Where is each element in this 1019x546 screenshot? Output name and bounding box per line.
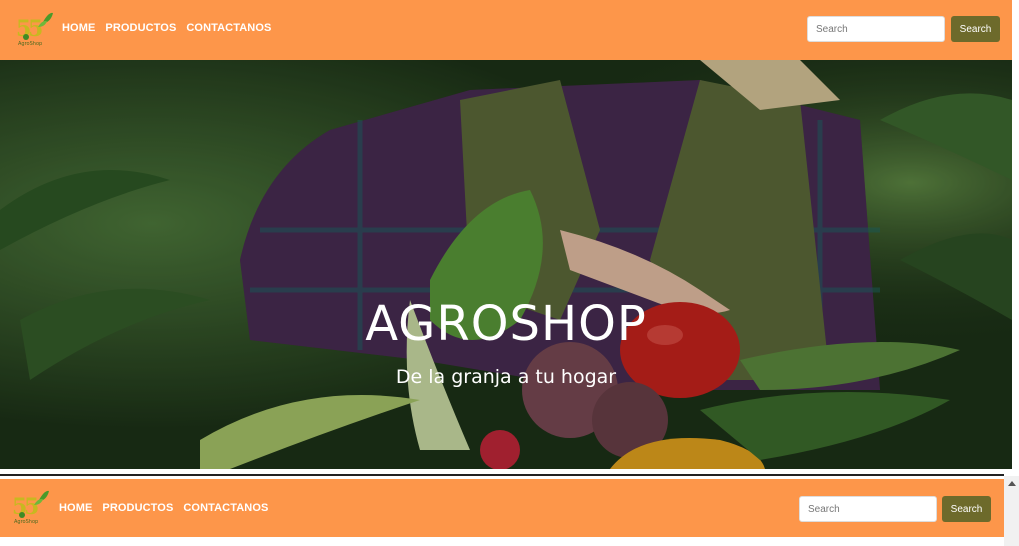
nav-links: HOME PRODUCTOS CONTACTANOS <box>59 502 268 514</box>
svg-text:5: 5 <box>28 16 43 42</box>
search-button[interactable]: Search <box>951 16 1000 42</box>
nav-productos-link[interactable]: PRODUCTOS <box>105 22 176 34</box>
brand-logo[interactable]: 5 5 AgroShop <box>10 488 50 526</box>
search-input[interactable] <box>807 16 945 42</box>
search-input[interactable] <box>799 496 937 522</box>
nav-links: HOME PRODUCTOS CONTACTANOS <box>62 22 271 34</box>
brand-logo[interactable]: 5 5 AgroShop <box>14 10 54 48</box>
scrollbar[interactable] <box>1004 476 1019 546</box>
nav-home-link[interactable]: HOME <box>62 22 95 34</box>
section-divider <box>0 474 1004 476</box>
hero-overlay <box>0 60 1012 469</box>
hero-banner: AGROSHOP De la granja a tu hogar <box>0 60 1012 469</box>
nav-contactanos-link[interactable]: CONTACTANOS <box>183 502 268 514</box>
hero-title: AGROSHOP <box>365 296 647 352</box>
top-navbar: 5 5 AgroShop HOME PRODUCTOS CONTACTANOS … <box>0 0 1012 60</box>
search-button[interactable]: Search <box>942 496 991 522</box>
svg-text:AgroShop: AgroShop <box>14 519 38 525</box>
hero-subtitle: De la granja a tu hogar <box>395 366 617 388</box>
nav-contactanos-link[interactable]: CONTACTANOS <box>186 22 271 34</box>
page-bottom <box>0 537 1004 546</box>
scroll-up-icon[interactable] <box>1008 481 1016 486</box>
svg-text:AgroShop: AgroShop <box>18 41 42 47</box>
sticky-navbar: 5 5 AgroShop HOME PRODUCTOS CONTACTANOS … <box>0 479 1004 537</box>
svg-text:5: 5 <box>24 494 39 520</box>
nav-productos-link[interactable]: PRODUCTOS <box>102 502 173 514</box>
nav-home-link[interactable]: HOME <box>59 502 92 514</box>
